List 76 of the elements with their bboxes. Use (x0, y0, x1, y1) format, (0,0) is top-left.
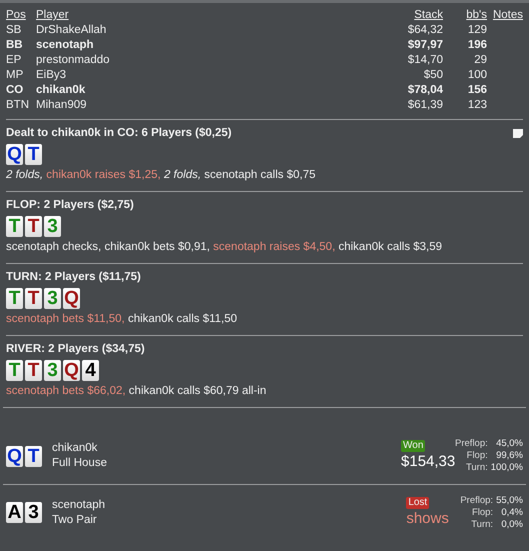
action-line: scenotaph bets $11,50, chikan0k calls $11,50 (6, 312, 238, 327)
equity-label: Turn: (470, 518, 494, 530)
equity-value: 45,0% (495, 438, 523, 450)
playing-card: Q (6, 446, 23, 466)
playing-card: 3 (44, 216, 61, 237)
equity-value: 0,4% (500, 506, 523, 518)
column-header[interactable]: Notes (487, 8, 523, 23)
playing-card: T (6, 360, 23, 381)
equity-value: 99,6% (495, 450, 523, 462)
table-cell-text: 29 (473, 53, 487, 68)
table-cell-text: prestonmaddo (36, 53, 111, 68)
table-cell-text: EiBy3 (36, 68, 68, 83)
equity-value: 100,0% (490, 462, 523, 474)
playing-card: 4 (82, 360, 99, 381)
equity-label: Turn: (464, 462, 488, 474)
table-cell-text: $97,97 (406, 38, 443, 53)
table-cell-text: $78,04 (406, 83, 443, 98)
street-title: TURN: 2 Players ($11,75) (6, 270, 141, 284)
table-cell-text: 196 (466, 38, 487, 53)
hand-rank: Two Pair (52, 512, 98, 528)
action-line: scenotaph checks, chikan0k bets $0,91, scenotaph raises $4,50, chikan0k calls $3,59 (6, 240, 444, 255)
equity-label: Flop: (470, 506, 494, 518)
playing-card: T (25, 360, 42, 381)
column-header[interactable]: Pos (6, 8, 36, 23)
playing-card: T (25, 446, 42, 466)
playing-card: T (6, 216, 23, 237)
equity-label: Preflop: (460, 494, 494, 506)
playing-card: A (6, 502, 23, 523)
table-cell-text: 156 (466, 83, 487, 98)
playing-card: Q (6, 144, 23, 165)
column-header[interactable]: Stack (363, 8, 443, 23)
table-cell-text: $14,70 (406, 53, 443, 68)
column-header[interactable]: bb's (443, 8, 487, 23)
result-badge: Won (401, 440, 426, 452)
equity-label: Preflop: (455, 438, 488, 450)
amount-text: shows (406, 508, 449, 528)
amount-text: $154,33 (401, 452, 456, 472)
hand-rank: Full House (52, 456, 107, 471)
equity-value: 55,0% (496, 494, 523, 506)
street-title: FLOP: 2 Players ($2,75) (6, 198, 134, 212)
playing-card: Q (63, 288, 80, 309)
table-cell-text: Mihan909 (36, 98, 88, 113)
table-cell-text: 129 (466, 23, 487, 38)
table-cell-text: SB (6, 23, 22, 38)
playing-card: T (25, 144, 42, 165)
playing-card: Q (63, 360, 80, 381)
street-title: Dealt to chikan0k in CO: 6 Players ($0,25) (6, 126, 232, 140)
table-cell-text: $61,39 (406, 98, 443, 113)
table-cell-text: CO (6, 83, 24, 98)
playing-card: 3 (44, 288, 61, 309)
table-cell-text: 123 (466, 98, 487, 113)
table-cell-text: scenotaph (36, 38, 95, 53)
table-cell-text: BB (6, 38, 24, 53)
table-cell-text: MP (6, 68, 24, 83)
equity-label: Flop: (466, 450, 488, 462)
table-cell-text: $64,32 (406, 23, 443, 38)
playing-card: T (6, 288, 23, 309)
equity-value: 0,0% (500, 518, 523, 530)
action-line: scenotaph bets $66,02, chikan0k calls $60,79 all-in (6, 384, 268, 399)
note-icon[interactable] (513, 128, 523, 138)
action-line: 2 folds, chikan0k raises $1,25, 2 folds, scenotaph calls $0,75 (6, 168, 316, 183)
player-name: scenotaph (52, 498, 106, 512)
table-cell-text: $50 (422, 68, 443, 83)
playing-card: T (25, 216, 42, 237)
table-cell-text: EP (6, 53, 22, 68)
playing-card: T (25, 288, 42, 309)
table-cell-text: 100 (466, 68, 487, 83)
result-badge: Lost (406, 496, 430, 508)
table-cell-text: chikan0k (36, 83, 86, 98)
column-header[interactable]: Player (36, 8, 363, 23)
table-cell-text: DrShakeAllah (36, 23, 108, 38)
playing-card: 3 (25, 502, 42, 523)
street-title: RIVER: 2 Players ($34,75) (6, 342, 145, 356)
table-cell-text: BTN (6, 98, 30, 113)
playing-card: 3 (44, 360, 61, 381)
player-name: chikan0k (52, 441, 98, 456)
